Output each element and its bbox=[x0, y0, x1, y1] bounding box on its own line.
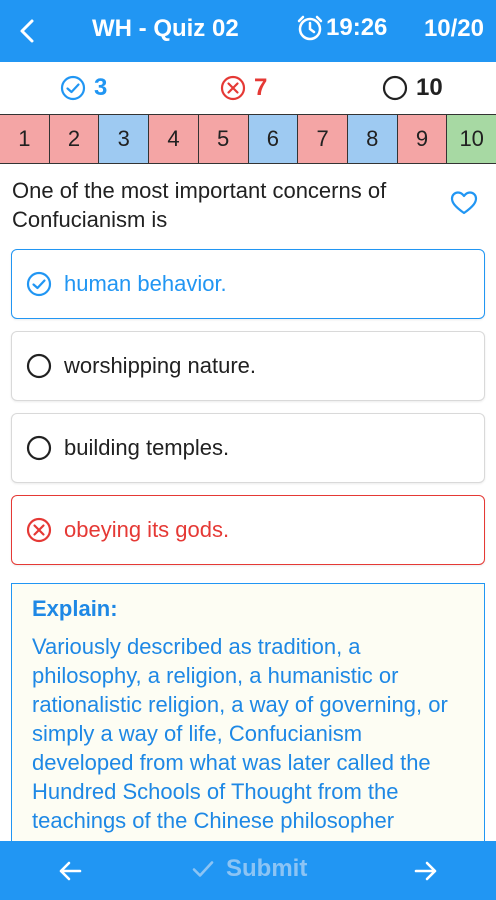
answer-text: obeying its gods. bbox=[64, 517, 230, 542]
quiz-title: WH - Quiz 02 bbox=[92, 15, 239, 42]
next-question-button[interactable] bbox=[412, 857, 440, 890]
empty-circle-icon bbox=[382, 75, 408, 101]
heart-outline-icon bbox=[450, 191, 478, 215]
answer-text: building temples. bbox=[64, 435, 230, 460]
question-nav-item-4[interactable]: 4 bbox=[149, 115, 199, 163]
question-nav-item-3[interactable]: 3 bbox=[99, 115, 150, 163]
x-circle-icon bbox=[220, 75, 246, 101]
back-arrow-icon bbox=[20, 19, 34, 43]
question-navigator: 1 2 3 4 5 6 7 8 9 10 bbox=[0, 114, 496, 164]
timer-value: 19:26 bbox=[326, 14, 388, 41]
app-bar: WH - Quiz 02 19:26 10/20 bbox=[0, 0, 496, 62]
answer-option-4[interactable]: obeying its gods. bbox=[11, 495, 485, 565]
explanation-heading: Explain: bbox=[32, 596, 118, 621]
alarm-clock-icon bbox=[297, 15, 323, 41]
answer-text: human behavior. bbox=[64, 271, 227, 296]
x-circle-icon bbox=[26, 517, 52, 543]
wrong-count: 7 bbox=[220, 74, 267, 102]
answer-option-1[interactable]: human behavior. bbox=[11, 249, 485, 319]
question-progress: 10/20 bbox=[423, 15, 484, 42]
timer: 19:26 bbox=[296, 14, 387, 42]
explanation-panel[interactable]: Explain: Variously described as traditio… bbox=[11, 583, 485, 841]
back-button[interactable] bbox=[14, 17, 42, 45]
bottom-nav-bar: Submit bbox=[0, 841, 496, 900]
favorite-button[interactable] bbox=[450, 190, 478, 221]
score-summary: 3 7 10 bbox=[0, 62, 496, 115]
question-nav-item-6[interactable]: 6 bbox=[248, 115, 299, 163]
radio-empty-icon bbox=[26, 435, 52, 461]
question-nav-item-9[interactable]: 9 bbox=[397, 115, 448, 163]
radio-empty-icon bbox=[26, 353, 52, 379]
question-nav-item-2[interactable]: 2 bbox=[49, 115, 100, 163]
unanswered-count-value: 10 bbox=[416, 74, 443, 101]
question-text: One of the most important concerns of Co… bbox=[12, 178, 387, 232]
wrong-count-value: 7 bbox=[254, 74, 268, 101]
answer-text: worshipping nature. bbox=[64, 353, 257, 378]
unanswered-count: 10 bbox=[382, 74, 443, 102]
arrow-right-icon bbox=[414, 861, 437, 881]
check-circle-icon bbox=[26, 271, 52, 297]
answer-option-3[interactable]: building temples. bbox=[11, 413, 485, 483]
explanation-text: Variously described as tradition, a phil… bbox=[32, 634, 448, 841]
question-nav-item-8[interactable]: 8 bbox=[347, 115, 398, 163]
check-circle-icon bbox=[60, 75, 86, 101]
question-nav-item-7[interactable]: 7 bbox=[298, 115, 348, 163]
answer-option-2[interactable]: worshipping nature. bbox=[11, 331, 485, 401]
correct-count: 3 bbox=[60, 74, 107, 102]
correct-count-value: 3 bbox=[94, 74, 108, 101]
question-nav-item-10[interactable]: 10 bbox=[447, 115, 496, 163]
arrow-left-icon bbox=[59, 861, 82, 881]
submit-label: Submit bbox=[226, 855, 308, 882]
question-nav-item-5[interactable]: 5 bbox=[198, 115, 249, 163]
previous-question-button[interactable] bbox=[56, 857, 84, 890]
question-nav-item-1[interactable]: 1 bbox=[0, 115, 50, 163]
submit-button[interactable]: Submit bbox=[190, 855, 307, 883]
check-icon bbox=[192, 861, 214, 877]
